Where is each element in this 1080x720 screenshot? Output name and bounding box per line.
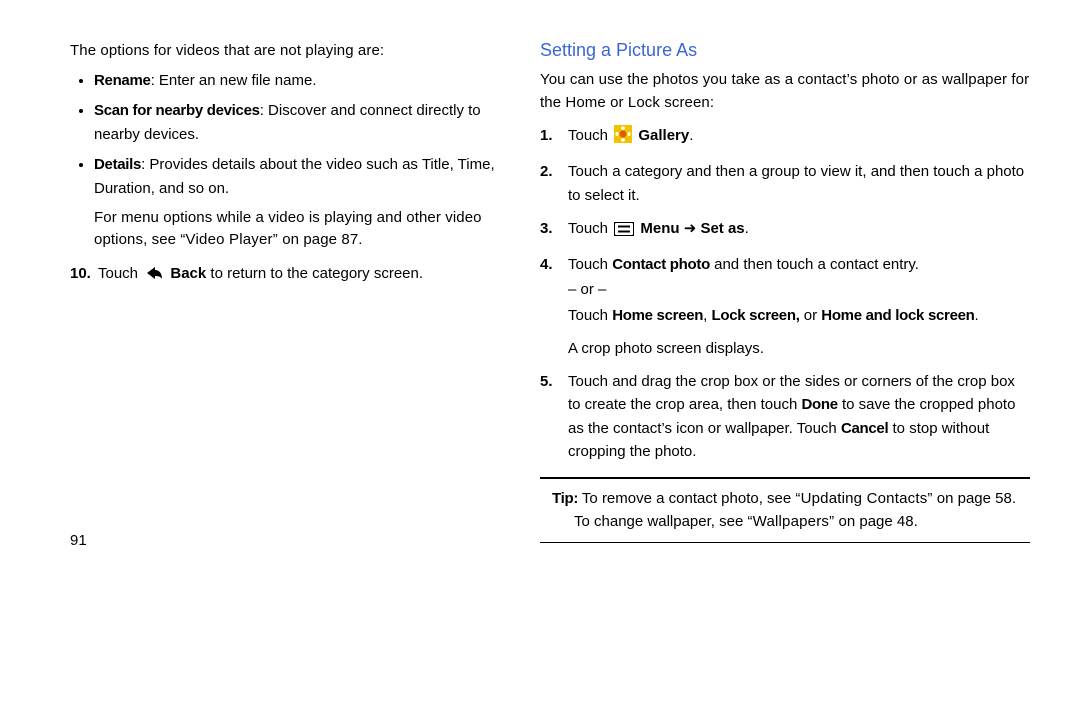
option-details: Details: Provides details about the vide… <box>94 153 500 201</box>
left-menu-hint: For menu options while a video is playin… <box>70 207 500 252</box>
step4-line3: Touch Home screen, Lock screen, or Home … <box>568 304 1030 327</box>
options-list: Rename: Enter an new file name. Scan for… <box>70 69 500 201</box>
right-column: Setting a Picture As You can use the pho… <box>530 40 1030 547</box>
gallery-icon <box>614 125 632 150</box>
option-scan: Scan for nearby devices: Discover and co… <box>94 99 500 147</box>
page-number: 91 <box>70 532 87 549</box>
step-3: 3. Touch Menu ➜ Set as. <box>540 217 1030 243</box>
step-1: 1. Touch Gallery. <box>540 124 1030 150</box>
step-4: 4. Touch Contact photo and then touch a … <box>540 253 1030 360</box>
step4-or: – or – <box>568 278 1030 301</box>
menu-icon <box>614 220 634 243</box>
option-rename: Rename: Enter an new file name. <box>94 69 500 93</box>
xref-updating-contacts: “Updating Contacts” <box>795 490 932 507</box>
xref-video-player: “Video Player” <box>180 231 278 248</box>
left-intro: The options for videos that are not play… <box>70 40 500 63</box>
step-5: 5. Touch and drag the crop box or the si… <box>540 370 1030 463</box>
step-2: 2. Touch a category and then a group to … <box>540 160 1030 207</box>
manual-page: The options for videos that are not play… <box>0 0 1080 567</box>
back-icon <box>144 265 164 288</box>
step4-line1: Touch Contact photo and then touch a con… <box>568 253 1030 276</box>
divider-bottom <box>540 542 1030 543</box>
tip-block: Tip: To remove a contact photo, see “Upd… <box>540 487 1030 534</box>
section-heading: Setting a Picture As <box>540 40 1030 61</box>
right-intro: You can use the photos you take as a con… <box>540 69 1030 114</box>
left-column: The options for videos that are not play… <box>70 40 530 547</box>
divider-top <box>540 477 1030 479</box>
xref-wallpapers: “Wallpapers” <box>747 513 834 530</box>
step-10: 10. Touch Back to return to the category… <box>70 262 500 288</box>
step4-crop: A crop photo screen displays. <box>568 337 1030 360</box>
